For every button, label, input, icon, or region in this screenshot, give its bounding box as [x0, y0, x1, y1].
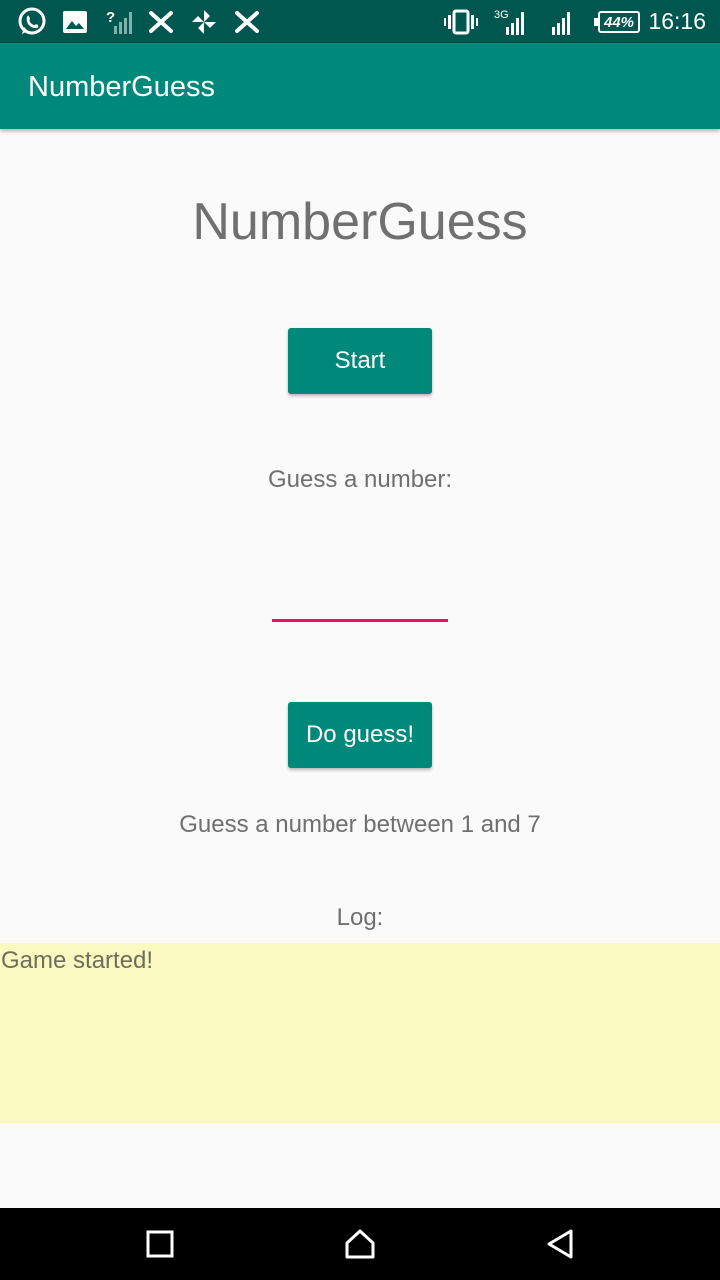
guess-prompt-label: Guess a number: — [267, 466, 453, 493]
x-app-icon — [234, 7, 260, 37]
navigation-bar — [0, 1208, 720, 1280]
x-app-icon — [148, 7, 174, 37]
signal-3g-icon: 3G — [494, 7, 528, 37]
app-bar-title: NumberGuess — [28, 71, 215, 103]
home-icon[interactable] — [320, 1208, 400, 1280]
log-area: Game started! — [0, 943, 720, 1123]
log-entry: Game started! — [1, 947, 154, 974]
page-title: NumberGuess — [192, 193, 528, 251]
vibrate-icon — [444, 7, 478, 37]
signal-unknown-icon: ? — [106, 7, 132, 37]
start-button[interactable]: Start — [288, 328, 432, 394]
recents-icon[interactable] — [120, 1208, 200, 1280]
guess-number-input[interactable] — [272, 572, 448, 622]
pinwheel-icon — [190, 7, 218, 37]
status-time: 16:16 — [648, 8, 706, 34]
signal-icon — [548, 7, 578, 37]
back-icon[interactable] — [520, 1208, 600, 1280]
log-label: Log: — [336, 904, 384, 931]
svg-text:?: ? — [106, 9, 115, 26]
status-bar: ? 3G 44% 16:16 — [0, 0, 720, 43]
whatsapp-icon — [16, 7, 48, 37]
gallery-icon — [62, 7, 88, 37]
hint-text: Guess a number between 1 and 7 — [179, 811, 541, 838]
do-guess-button[interactable]: Do guess! — [288, 702, 432, 768]
battery-icon: 44% — [594, 11, 640, 33]
svg-text:3G: 3G — [494, 9, 509, 21]
app-bar: NumberGuess — [0, 43, 720, 129]
